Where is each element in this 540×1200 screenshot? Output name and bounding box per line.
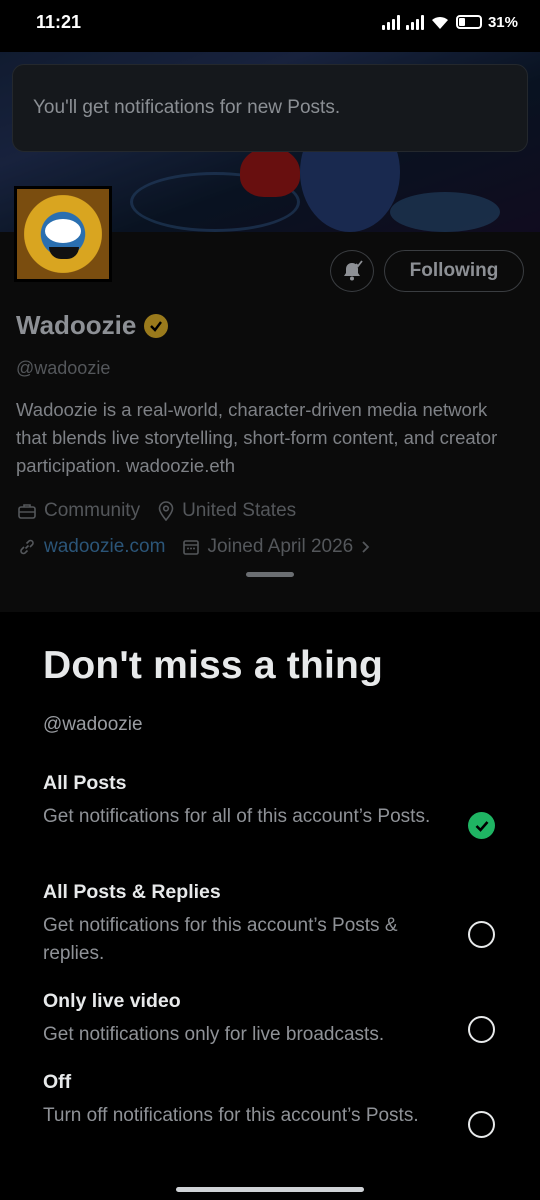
option-desc: Get notifications only for live broadcas… [43, 1024, 385, 1045]
status-icons: 31% [381, 13, 518, 31]
option-all-posts-replies[interactable]: All Posts & Replies Get notifications fo… [43, 881, 503, 968]
notification-bell-button[interactable] [330, 250, 374, 292]
status-time: 11:21 [36, 11, 82, 32]
checkmark-icon [475, 820, 488, 832]
sheet-drag-handle[interactable] [246, 572, 294, 577]
option-title: Only live video [43, 990, 181, 1012]
verified-badge-icon [144, 313, 169, 338]
battery-percent: 31% [487, 13, 518, 31]
chevron-right-icon[interactable] [361, 540, 371, 554]
profile-handle: @wadoozie [16, 358, 111, 378]
status-bar: 11:21 31% [0, 0, 540, 52]
link-icon [20, 539, 34, 555]
profile-name-row: Wadoozie [16, 310, 169, 341]
home-indicator[interactable] [176, 1187, 364, 1192]
option-title: Off [43, 1071, 72, 1093]
toast-text: You'll get notifications for new Posts. [33, 97, 341, 118]
option-desc: Turn off notifications for this account’… [43, 1105, 419, 1126]
sheet-handle: @wadoozie [43, 714, 143, 735]
profile-meta-row-1: Community United States [18, 500, 314, 522]
profile-bio: Wadoozie is a real-world, character-driv… [16, 399, 498, 476]
notification-settings-sheet: Don't miss a thing @wadoozie All Posts G… [0, 612, 540, 1200]
option-off[interactable]: Off Turn off notifications for this acco… [43, 1071, 503, 1130]
avatar[interactable] [14, 186, 112, 282]
option-desc: Get notifications for this account’s Pos… [43, 915, 398, 964]
briefcase-icon [18, 504, 36, 519]
profile-name: Wadoozie [16, 310, 137, 340]
bell-check-icon [344, 260, 363, 281]
option-title: All Posts [43, 772, 127, 794]
wifi-icon [431, 16, 448, 29]
option-all-posts[interactable]: All Posts Get notifications for all of t… [43, 772, 503, 831]
battery-icon [455, 15, 482, 29]
notification-toast: You'll get notifications for new Posts. [12, 64, 528, 152]
option-title: All Posts & Replies [43, 881, 221, 903]
calendar-icon [183, 540, 200, 555]
radio-all-posts-replies[interactable] [468, 921, 495, 948]
profile-meta-row-2: wadoozie.com Joined April 2026 [18, 536, 389, 558]
location-pin-icon [158, 501, 174, 521]
option-desc: Get notifications for all of this accoun… [43, 806, 431, 827]
profile-location: United States [182, 500, 297, 521]
profile-joined: Joined April 2026 [207, 536, 354, 557]
radio-off[interactable] [468, 1111, 495, 1138]
profile-category: Community [44, 500, 141, 521]
radio-only-live-video[interactable] [468, 1016, 495, 1043]
option-only-live-video[interactable]: Only live video Get notifications only f… [43, 990, 503, 1049]
radio-all-posts[interactable] [468, 812, 495, 839]
profile-page: You'll get notifications for new Posts. … [0, 52, 540, 612]
signal-2-icon [405, 14, 424, 30]
profile-website-link[interactable]: wadoozie.com [44, 536, 165, 558]
signal-icon [381, 14, 400, 30]
sheet-title: Don't miss a thing [43, 644, 384, 687]
following-button[interactable]: Following [384, 250, 524, 292]
